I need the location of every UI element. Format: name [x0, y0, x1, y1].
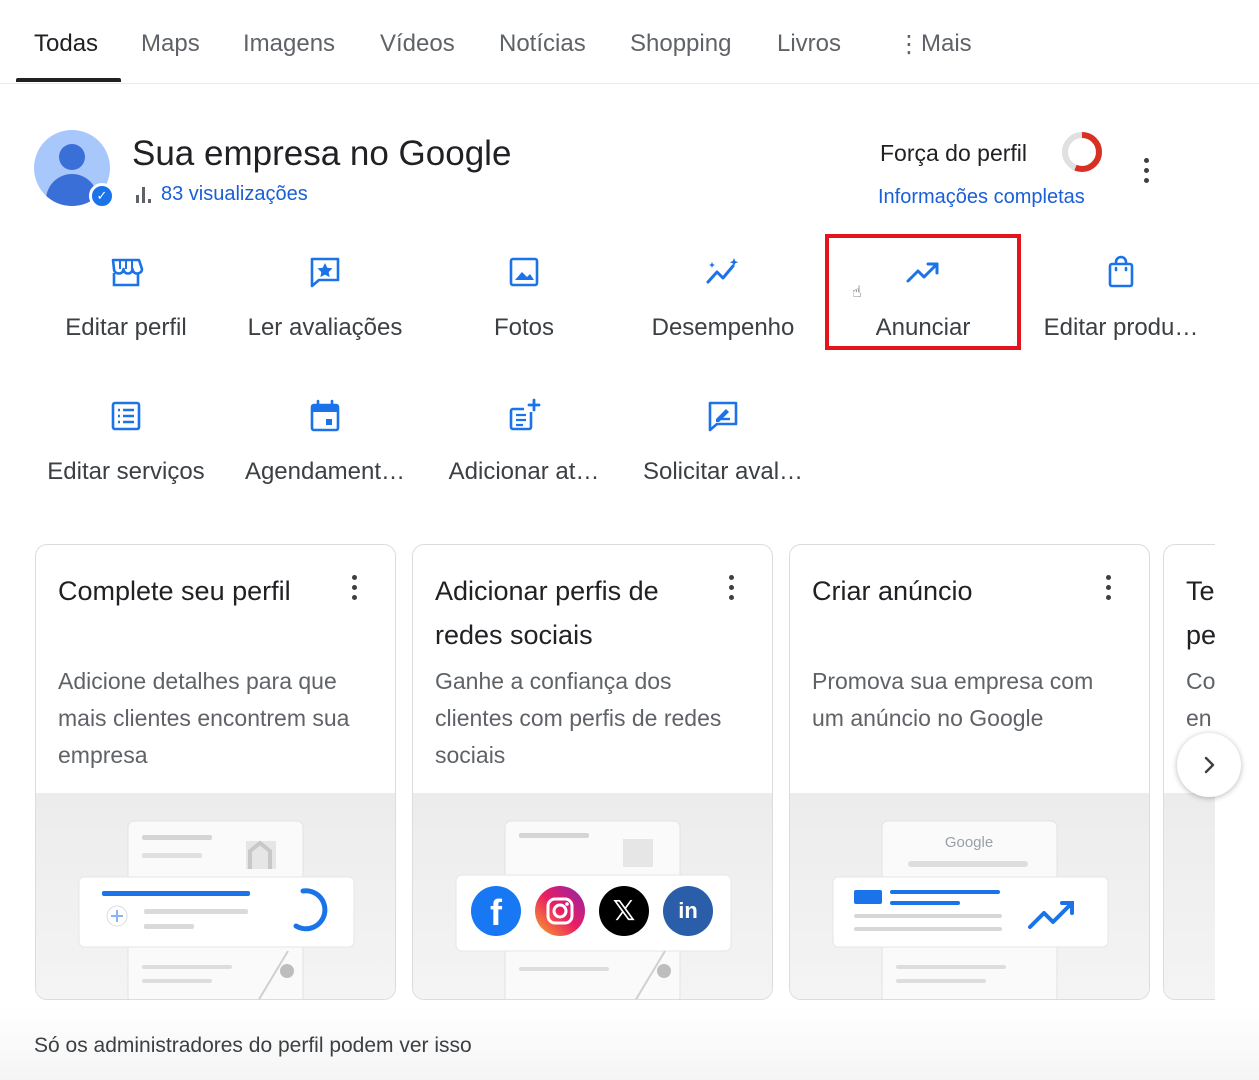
profile-strength-ring-icon: [1062, 132, 1102, 172]
profile-info-link[interactable]: Informações completas: [878, 186, 1085, 209]
card-desc-line2: en: [1186, 705, 1212, 731]
avatar-head: [59, 144, 85, 170]
more-vertical-icon[interactable]: ⋮: [897, 30, 921, 59]
profile-strength-label: Força do perfil: [880, 140, 1028, 166]
profile-card-illustration-icon: [78, 820, 355, 999]
add-update-label: Adicionar at…: [448, 458, 600, 485]
admin-only-note: Só os administradores do perfil podem ve…: [34, 1034, 472, 1057]
review-star-icon: [310, 257, 340, 288]
google-logo-text: Google: [945, 834, 993, 851]
edit-services-label: Editar serviços: [47, 458, 205, 485]
social-card-background-icon: [455, 820, 732, 999]
bookings-button[interactable]: Agendament…: [230, 396, 420, 506]
card-title-line2: pe: [1186, 620, 1217, 650]
header-more-icon[interactable]: [1140, 158, 1152, 183]
tab-more[interactable]: Mais: [921, 30, 972, 58]
tab-images[interactable]: Imagens: [243, 30, 335, 58]
shopping-bag-icon: [1108, 255, 1134, 288]
linkedin-icon: in: [663, 886, 713, 936]
read-reviews-label: Ler avaliações: [247, 314, 403, 341]
views-link[interactable]: 83 visualizações: [136, 183, 308, 206]
social-profiles-card[interactable]: Adicionar perfis de redes sociais Ganhe …: [412, 544, 773, 1000]
performance-label: Desempenho: [651, 314, 795, 341]
photos-button[interactable]: Fotos: [429, 252, 619, 362]
tab-maps[interactable]: Maps: [141, 30, 200, 58]
performance-button[interactable]: Desempenho: [628, 252, 818, 362]
request-reviews-label: Solicitar aval…: [642, 458, 804, 485]
edit-profile-button[interactable]: Editar perfil: [31, 252, 221, 362]
facebook-icon: f: [471, 886, 521, 936]
cursor-hand-icon: ☝: [852, 284, 862, 301]
request-reviews-button[interactable]: Solicitar aval…: [628, 396, 818, 506]
card-more-icon[interactable]: [725, 575, 737, 600]
card-more-icon[interactable]: [348, 575, 360, 600]
ad-illustration: Google: [790, 793, 1149, 999]
x-twitter-icon: 𝕏: [599, 886, 649, 936]
edit-services-button[interactable]: Editar serviços: [31, 396, 221, 506]
search-tabs: Todas Maps Imagens Vídeos Notícias Shopp…: [0, 0, 1259, 84]
card-title-line1: Te: [1186, 576, 1215, 606]
complete-profile-card[interactable]: Complete seu perfil Adicione detalhes pa…: [35, 544, 396, 1000]
card-description: Promova sua empresa com um anúncio no Go…: [812, 668, 1094, 731]
calendar-icon: [310, 399, 340, 432]
page-title: Sua empresa no Google: [132, 134, 512, 173]
bar-chart-icon: [136, 186, 151, 203]
social-illustration: f 𝕏 in: [413, 793, 772, 999]
post-add-icon: [509, 398, 541, 431]
views-count: 83 visualizações: [161, 183, 308, 205]
list-icon: [111, 401, 141, 431]
card-desc-line1: Co: [1186, 668, 1216, 694]
card-title: Criar anúncio: [812, 576, 973, 606]
chevron-right-icon: [1204, 756, 1215, 774]
edit-products-label: Editar produ…: [1043, 314, 1199, 341]
edit-products-button[interactable]: Editar produ…: [1026, 252, 1216, 362]
tab-videos[interactable]: Vídeos: [380, 30, 455, 58]
tab-all[interactable]: Todas: [34, 30, 98, 58]
instagram-icon: [535, 886, 585, 936]
read-reviews-button[interactable]: Ler avaliações: [230, 252, 420, 362]
rate-review-icon: [708, 401, 738, 432]
ad-card-illustration-icon: Google: [832, 820, 1109, 999]
card-more-icon[interactable]: [1102, 575, 1114, 600]
bookings-label: Agendament…: [244, 458, 406, 485]
card-title: Adicionar perfis de redes sociais: [435, 576, 659, 650]
carousel-next-button[interactable]: [1177, 733, 1241, 797]
sparkle-trend-icon: [706, 258, 739, 284]
create-ad-card[interactable]: Criar anúncio Promova sua empresa com um…: [789, 544, 1150, 1000]
active-tab-indicator: [16, 78, 121, 82]
add-update-button[interactable]: Adicionar at…: [429, 396, 619, 506]
tab-books[interactable]: Livros: [777, 30, 841, 58]
card-description: Adicione detalhes para que mais clientes…: [58, 668, 350, 768]
card-description: Ganhe a confiança dos clientes com perfi…: [435, 668, 722, 768]
photos-label: Fotos: [493, 314, 555, 341]
storefront-icon: [111, 258, 144, 287]
verified-check-icon: ✓: [89, 183, 115, 209]
image-icon: [509, 257, 539, 287]
tab-news[interactable]: Notícias: [499, 30, 586, 58]
profile-illustration: [36, 793, 395, 999]
tab-shopping[interactable]: Shopping: [630, 30, 731, 58]
card-title: Complete seu perfil: [58, 576, 291, 606]
edit-profile-label: Editar perfil: [65, 314, 187, 341]
